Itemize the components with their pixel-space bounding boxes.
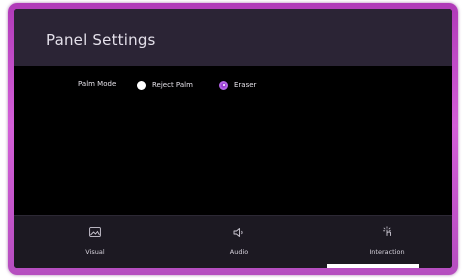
palm-mode-row: Palm Mode Reject Palm Eraser bbox=[14, 77, 452, 93]
settings-panel: Panel Settings Palm Mode Reject Palm Era… bbox=[14, 9, 452, 268]
reject-palm-label: Reject Palm bbox=[152, 81, 193, 89]
device-frame: Panel Settings Palm Mode Reject Palm Era… bbox=[8, 3, 458, 275]
image-icon bbox=[88, 226, 102, 238]
bottom-navigation: Visual Audio Interaction bbox=[14, 215, 452, 268]
reject-palm-radio[interactable]: Reject Palm bbox=[137, 78, 193, 92]
touch-icon bbox=[380, 226, 394, 238]
radio-unselected-icon bbox=[137, 80, 146, 90]
nav-label-visual: Visual bbox=[85, 248, 105, 256]
nav-label-interaction: Interaction bbox=[369, 248, 405, 256]
eraser-label: Eraser bbox=[234, 81, 257, 89]
nav-tab-audio[interactable]: Audio bbox=[204, 216, 274, 268]
palm-mode-label: Palm Mode bbox=[78, 80, 117, 88]
nav-tab-interaction[interactable]: Interaction bbox=[347, 216, 427, 268]
active-tab-indicator bbox=[327, 264, 419, 268]
nav-tab-visual[interactable]: Visual bbox=[60, 216, 130, 268]
panel-header: Panel Settings bbox=[14, 9, 452, 66]
page-title: Panel Settings bbox=[46, 31, 156, 49]
eraser-radio[interactable]: Eraser bbox=[219, 78, 256, 92]
speaker-icon bbox=[232, 226, 246, 238]
nav-label-audio: Audio bbox=[229, 248, 249, 256]
radio-selected-icon bbox=[219, 80, 228, 90]
